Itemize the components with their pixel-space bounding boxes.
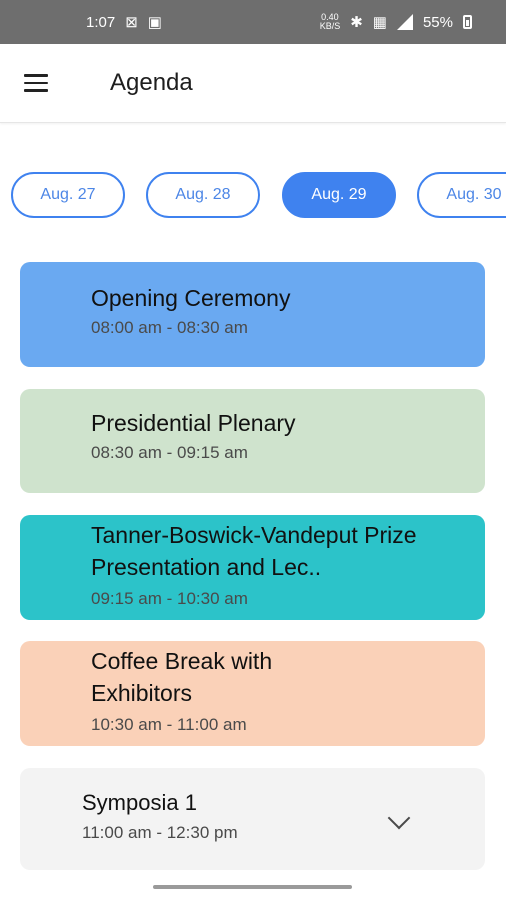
date-chip-aug-27[interactable]: Aug. 27 <box>11 172 125 218</box>
bluetooth-icon: ✱ <box>350 14 363 31</box>
date-chip-aug-28[interactable]: Aug. 28 <box>146 172 260 218</box>
page-title: Agenda <box>110 69 193 96</box>
status-bar: 1:07 ⊠ ▣ 0.40 KB/S ✱ ▦ 55% <box>0 0 506 44</box>
menu-icon[interactable] <box>24 74 48 92</box>
image-icon: ▣ <box>147 14 162 31</box>
battery-icon <box>463 15 472 29</box>
session-title: Tanner-Boswick-Vandeput Prize Presentati… <box>91 522 417 580</box>
session-time: 11:00 am - 12:30 pm <box>82 823 238 842</box>
session-time: 08:30 am - 09:15 am <box>91 443 248 462</box>
session-title: Opening Ceremony <box>91 285 291 311</box>
signal-icon: ⊠ <box>125 14 138 31</box>
session-card-opening-ceremony[interactable]: Opening Ceremony 08:00 am - 08:30 am <box>20 262 485 367</box>
session-time: 08:00 am - 08:30 am <box>91 318 248 337</box>
app-bar: Agenda <box>0 44 506 123</box>
date-selector[interactable]: Aug. 27 Aug. 28 Aug. 29 Aug. 30 <box>11 172 506 220</box>
session-card-symposia-1[interactable]: Symposia 1 11:00 am - 12:30 pm <box>20 768 485 870</box>
session-title: Presidential Plenary <box>91 410 296 436</box>
session-card-presidential-plenary[interactable]: Presidential Plenary 08:30 am - 09:15 am <box>20 389 485 493</box>
status-left: 1:07 ⊠ ▣ <box>86 13 162 32</box>
session-time: 10:30 am - 11:00 am <box>91 715 247 734</box>
data-speed-icon: 0.40 KB/S <box>319 12 341 31</box>
session-title: Coffee Break with Exhibitors <box>91 648 273 706</box>
session-title: Symposia 1 <box>82 790 197 815</box>
session-card-prize-presentation[interactable]: Tanner-Boswick-Vandeput Prize Presentati… <box>20 515 485 620</box>
session-card-coffee-break[interactable]: Coffee Break with Exhibitors 10:30 am - … <box>20 641 485 746</box>
date-chip-aug-30[interactable]: Aug. 30 <box>417 172 506 218</box>
session-time: 09:15 am - 10:30 am <box>91 589 248 608</box>
cell-signal-icon <box>396 14 413 30</box>
nfc-icon: ▦ <box>372 14 387 31</box>
battery-percent: 55% <box>422 13 453 31</box>
status-time: 1:07 <box>86 13 116 31</box>
status-right: 0.40 KB/S ✱ ▦ 55% <box>320 13 472 31</box>
date-chip-aug-29[interactable]: Aug. 29 <box>282 172 396 218</box>
navigation-handle[interactable] <box>153 885 352 889</box>
